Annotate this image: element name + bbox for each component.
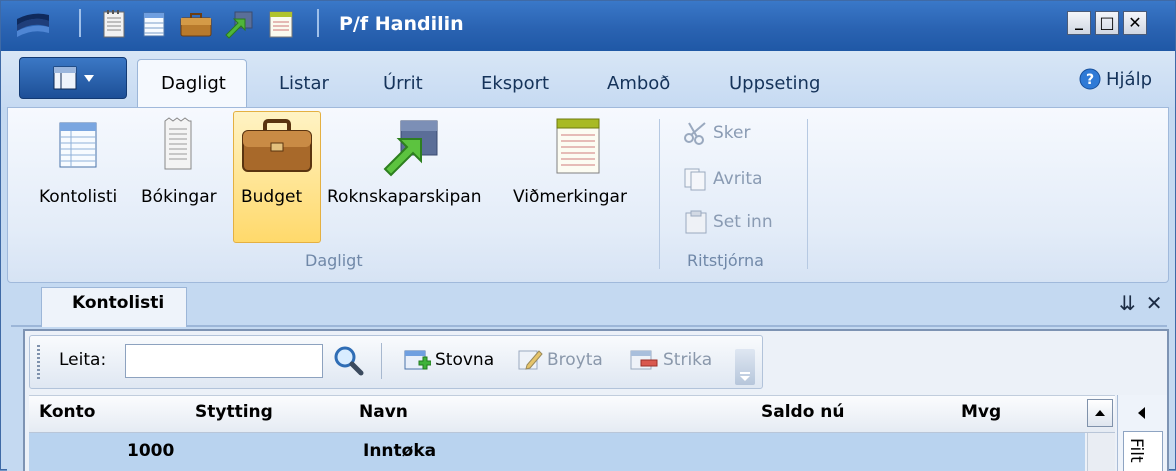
table-icon[interactable] — [141, 9, 167, 39]
collapse-left-icon[interactable] — [1135, 405, 1149, 421]
side-panel-tab-label: Filt — [1126, 438, 1146, 463]
ribbon-group-separator — [807, 119, 808, 269]
cell-konto: 1000 — [127, 441, 175, 461]
delete-record-icon — [630, 350, 658, 370]
ribbon-group-caption-dagligt: Dagligt — [305, 251, 363, 270]
column-header-saldo[interactable]: Saldo nú — [761, 402, 845, 422]
window-title: P/f Handilin — [339, 13, 464, 35]
briefcase-icon — [242, 119, 312, 172]
tab-ambod[interactable]: Amboð — [607, 73, 670, 94]
scroll-up-button[interactable] — [1087, 399, 1113, 427]
tab-eksport[interactable]: Eksport — [481, 73, 549, 94]
delete-button[interactable]: Strika — [629, 347, 712, 373]
svg-text:?: ? — [1086, 72, 1094, 88]
vertical-scrollbar[interactable] — [1087, 433, 1115, 471]
column-header-konto[interactable]: Konto — [39, 402, 95, 422]
document-tab-label: Kontolisti — [72, 293, 165, 313]
create-button[interactable]: Stovna — [403, 347, 494, 373]
toolbar-separator — [381, 343, 382, 379]
ribbon-label-kontolisti: Kontolisti — [39, 187, 118, 207]
search-label: Leita: — [59, 350, 107, 370]
ribbon-group-caption-ritstjorna: Ritstjórna — [687, 251, 764, 270]
cut-label: Sker — [713, 123, 751, 143]
application-menu-button[interactable] — [19, 57, 127, 99]
ribbon-label-bokingar: Bókingar — [141, 187, 217, 207]
title-bar — [1, 1, 1175, 51]
notes-icon — [556, 118, 600, 174]
toolbar-overflow-button[interactable] — [735, 349, 755, 385]
close-icon: ✕ — [1128, 13, 1142, 32]
arrow-up-icon — [1095, 410, 1105, 416]
ribbon-group-separator — [659, 119, 660, 269]
edit-button[interactable]: Broyta — [517, 347, 603, 373]
copy-icon — [684, 168, 706, 191]
column-header-navn[interactable]: Navn — [359, 402, 408, 422]
quick-access-separator — [317, 9, 319, 37]
ribbon-label-budget: Budget — [241, 187, 303, 207]
copy-label: Avrita — [713, 169, 763, 189]
grid-header — [29, 395, 1115, 433]
document-controls: ⇊ ✕ — [1119, 291, 1163, 315]
help-label: Hjálp — [1106, 68, 1152, 90]
tab-uppseting[interactable]: Uppseting — [729, 73, 820, 94]
window-logo-icon — [17, 13, 49, 37]
minimize-button[interactable]: _ — [1067, 11, 1091, 35]
column-header-mvg[interactable]: Mvg — [961, 402, 1001, 422]
export-icon[interactable] — [223, 9, 255, 39]
edit-record-icon — [518, 350, 543, 370]
create-label: Stovna — [435, 350, 495, 370]
delete-label: Strika — [663, 350, 713, 370]
tab-urrit[interactable]: Úrrit — [383, 73, 423, 94]
tab-dagligt[interactable]: Dagligt — [161, 73, 226, 94]
document-close-icon[interactable]: ✕ — [1146, 291, 1163, 315]
add-record-icon — [404, 350, 431, 370]
table-row[interactable] — [29, 433, 1085, 471]
minimize-icon: _ — [1075, 11, 1083, 30]
ribbon-label-vidmerkingar: Viðmerkingar — [513, 187, 627, 207]
maximize-icon: □ — [1099, 13, 1115, 32]
search-button[interactable] — [331, 343, 365, 377]
cut-button[interactable]: Sker — [683, 121, 750, 145]
maximize-button[interactable]: □ — [1095, 11, 1119, 35]
column-header-stytting[interactable]: Stytting — [195, 402, 273, 422]
close-button[interactable]: ✕ — [1123, 11, 1147, 35]
help-icon: ? — [1079, 68, 1101, 90]
export-arrow-icon — [383, 120, 438, 177]
search-icon — [334, 346, 364, 376]
search-input[interactable] — [125, 344, 323, 378]
edit-label: Broyta — [547, 350, 603, 370]
chevron-down-icon — [740, 372, 750, 381]
scissors-icon — [684, 122, 706, 145]
side-panel-tab-filter[interactable]: Filt — [1123, 431, 1163, 471]
pin-icon[interactable]: ⇊ — [1119, 291, 1136, 315]
cell-navn: Inntøka — [363, 441, 437, 461]
app-menu-icon — [53, 66, 94, 90]
help-button[interactable]: ? Hjálp — [1078, 67, 1152, 91]
notepad-icon[interactable] — [101, 9, 127, 39]
copy-button[interactable]: Avrita — [683, 167, 763, 191]
account-list-icon — [59, 122, 97, 168]
toolbar-grip[interactable] — [37, 345, 40, 379]
paste-icon — [685, 210, 707, 234]
paste-label: Set inn — [713, 212, 773, 232]
ribbon-label-roknskaparskipan: Roknskaparskipan — [327, 187, 482, 207]
quick-access-separator — [79, 9, 81, 37]
briefcase-icon[interactable] — [179, 9, 213, 39]
app-window: P/f Handilin _ □ ✕ Dagligt Listar Úrrit … — [0, 0, 1176, 471]
document-tab-kontolisti[interactable]: Kontolisti — [41, 287, 187, 327]
tab-listar[interactable]: Listar — [279, 73, 329, 94]
paste-button[interactable]: Set inn — [683, 209, 773, 235]
bookings-icon — [164, 117, 192, 170]
notes-icon[interactable] — [267, 9, 295, 39]
